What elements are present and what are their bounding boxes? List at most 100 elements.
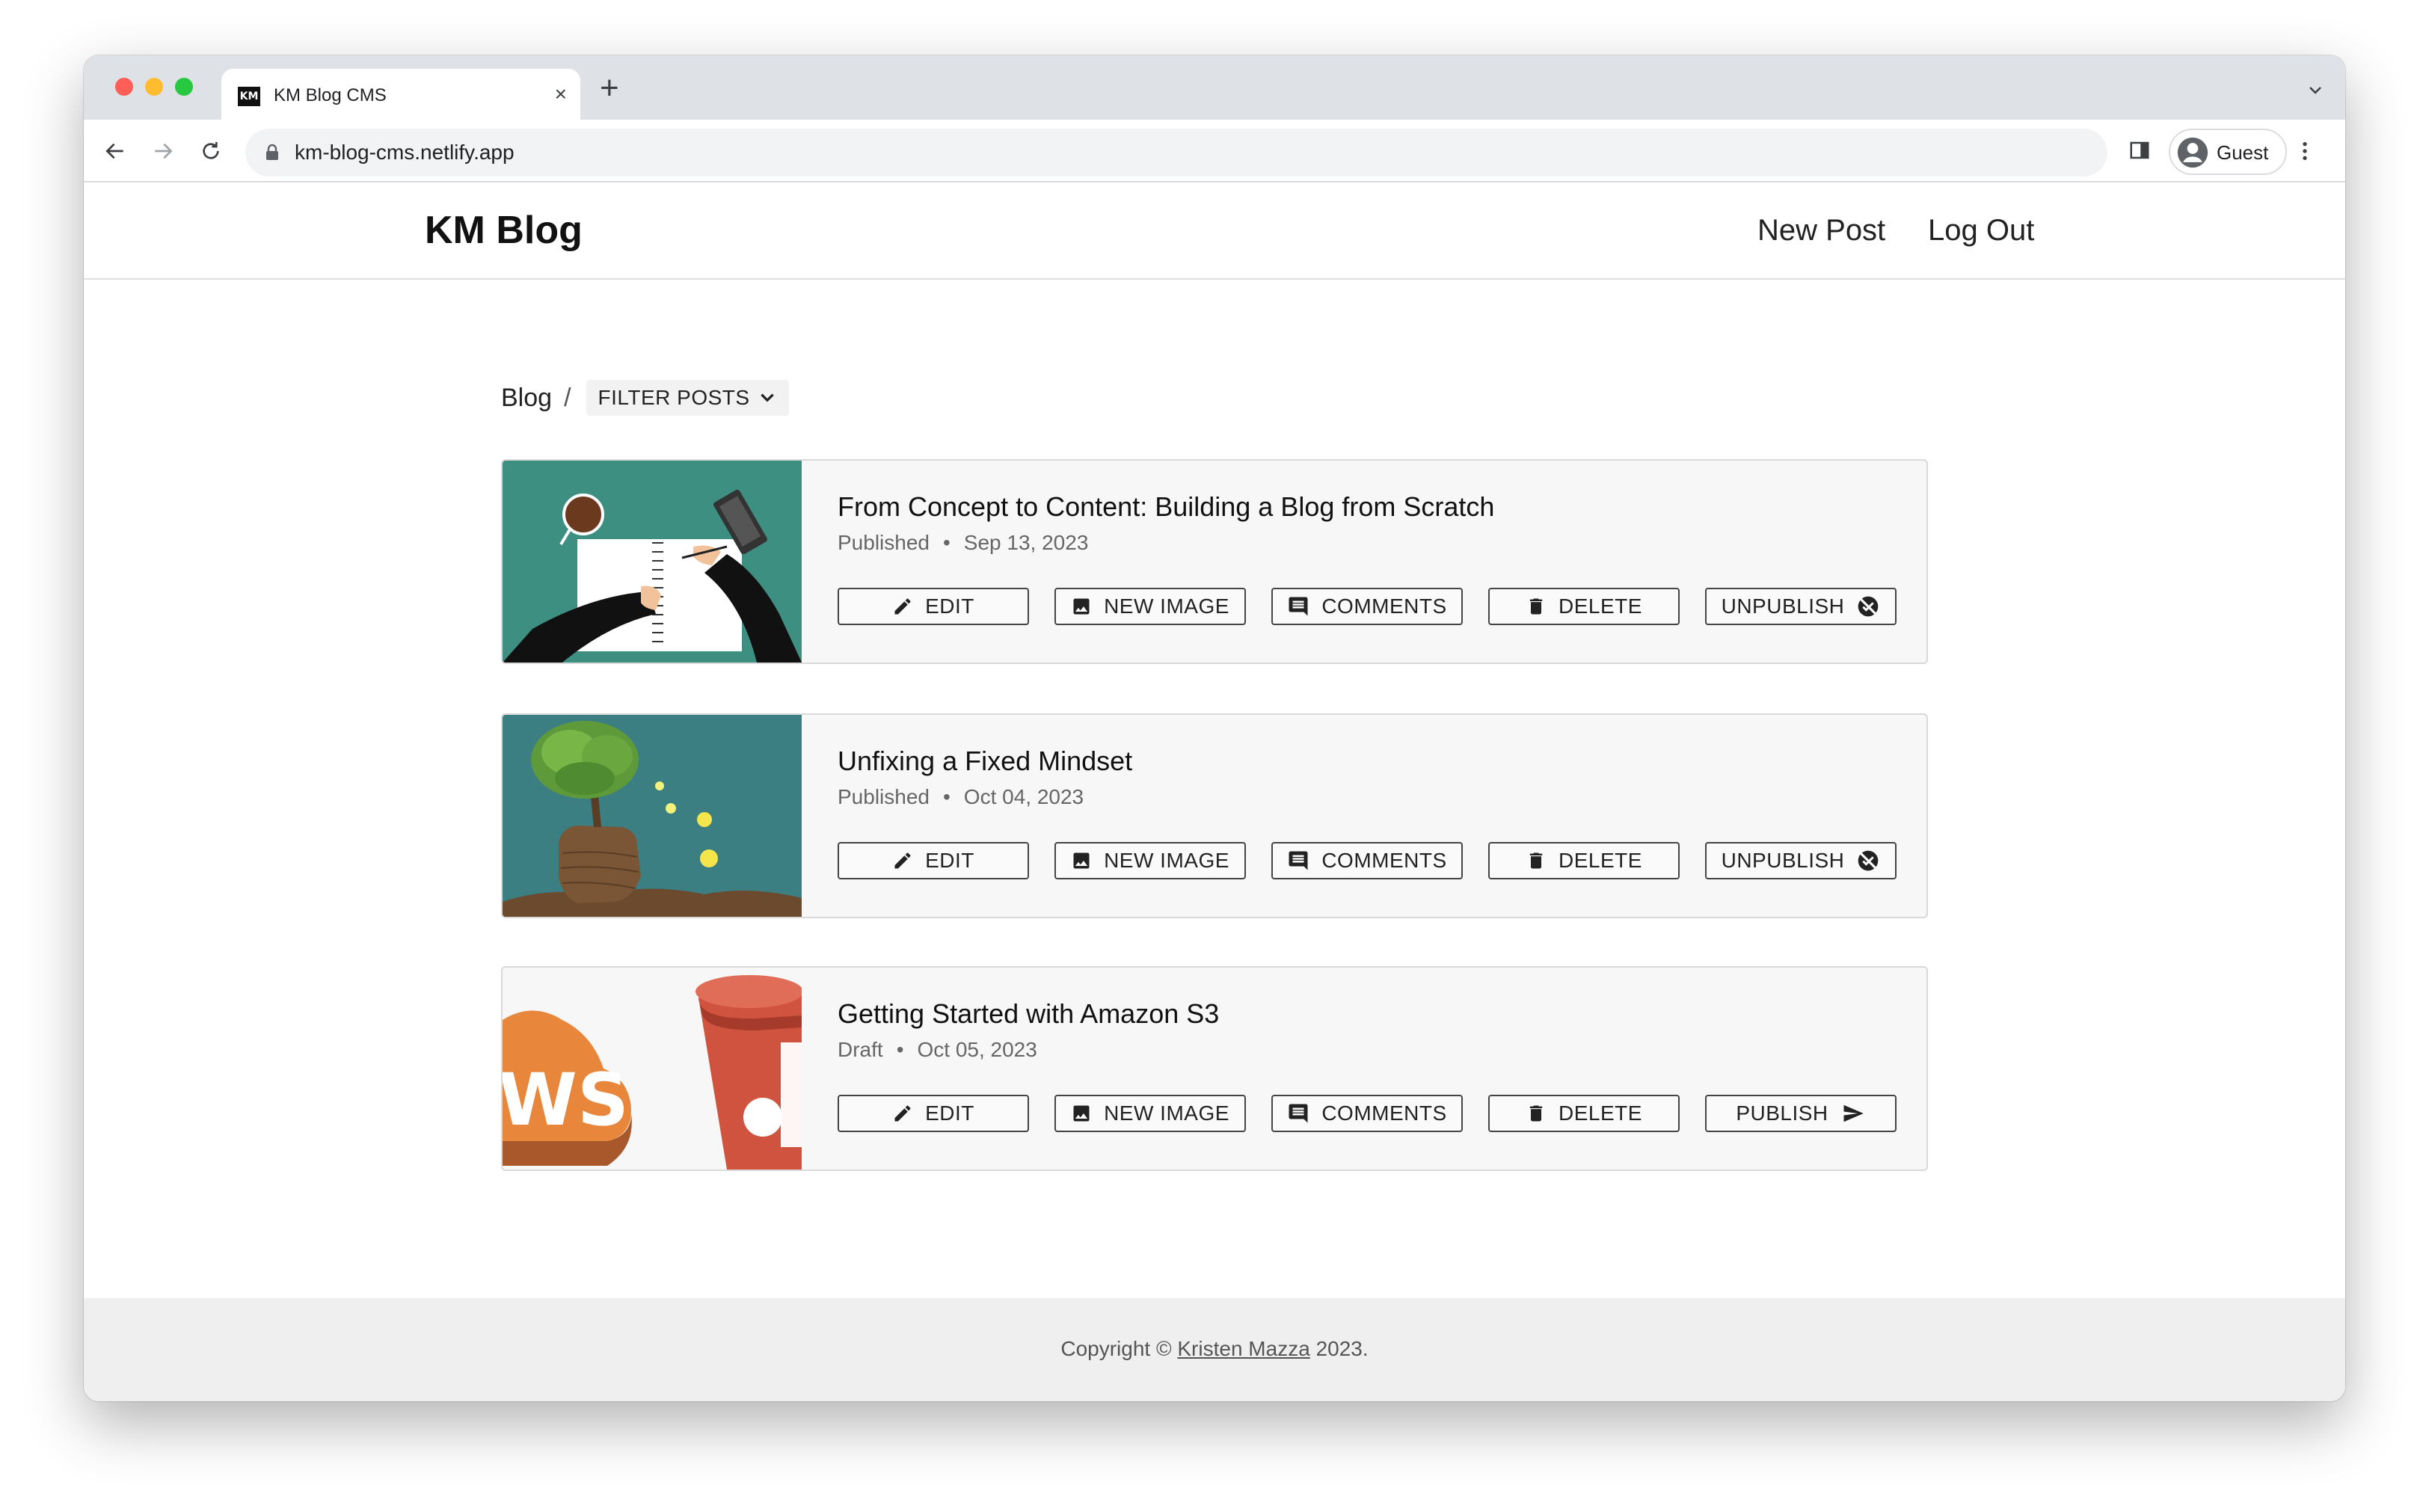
post-meta: Published • Oct 04, 2023 bbox=[838, 784, 1084, 811]
post-card: From Concept to Content: Building a Blog… bbox=[501, 459, 1928, 664]
unpublish-label: UNPUBLISH bbox=[1721, 594, 1845, 618]
author-link[interactable]: Kristen Mazza bbox=[1177, 1337, 1309, 1360]
edit-label: EDIT bbox=[925, 594, 974, 618]
send-icon bbox=[1843, 1104, 1864, 1122]
site-brand[interactable]: KM Blog bbox=[425, 208, 583, 253]
comment-icon bbox=[1289, 851, 1308, 870]
copyright-prefix: Copyright © bbox=[1060, 1337, 1172, 1360]
unpublished-icon bbox=[1858, 596, 1879, 617]
image-icon bbox=[1073, 598, 1090, 615]
browser-tab[interactable]: KM KM Blog CMS × bbox=[221, 69, 580, 120]
back-arrow-icon[interactable] bbox=[99, 135, 132, 168]
comments-button[interactable]: COMMENTS bbox=[1271, 588, 1463, 625]
side-panel-icon[interactable] bbox=[2128, 139, 2151, 165]
meta-separator: • bbox=[896, 1038, 904, 1061]
new-image-button[interactable]: NEW IMAGE bbox=[1054, 842, 1246, 879]
post-card: WS Getting Started with Amazon S3 Draft … bbox=[501, 966, 1928, 1171]
comments-label: COMMENTS bbox=[1321, 1101, 1447, 1125]
unpublish-button[interactable]: UNPUBLISH bbox=[1705, 588, 1897, 625]
post-thumbnail[interactable]: WS bbox=[503, 968, 802, 1170]
browser-toolbar: km-blog-cms.netlify.app Guest bbox=[84, 120, 2345, 182]
image-icon bbox=[1073, 852, 1090, 869]
unpublished-icon bbox=[1858, 850, 1879, 871]
filter-posts-button[interactable]: FILTER POSTS bbox=[586, 380, 789, 416]
meta-separator: • bbox=[942, 531, 951, 554]
maximize-window-button[interactable] bbox=[175, 78, 193, 96]
post-date: Oct 05, 2023 bbox=[917, 1038, 1037, 1061]
delete-button[interactable]: DELETE bbox=[1488, 1095, 1680, 1132]
new-post-link[interactable]: New Post bbox=[1757, 211, 1885, 250]
new-image-label: NEW IMAGE bbox=[1104, 849, 1229, 872]
post-title[interactable]: From Concept to Content: Building a Blog… bbox=[838, 491, 1494, 523]
post-actions: EDIT NEW IMAGE COMMENTS DELETE PUBLISH bbox=[838, 1095, 1897, 1132]
site-header: KM Blog New Post Log Out bbox=[84, 182, 2345, 280]
publish-label: PUBLISH bbox=[1736, 1101, 1828, 1125]
new-image-label: NEW IMAGE bbox=[1104, 594, 1229, 618]
pencil-icon bbox=[894, 852, 911, 869]
image-icon bbox=[1073, 1105, 1090, 1122]
comment-icon bbox=[1289, 597, 1308, 616]
new-image-button[interactable]: NEW IMAGE bbox=[1054, 588, 1246, 625]
trash-icon bbox=[1529, 1105, 1543, 1122]
site-footer: Copyright © Kristen Mazza 2023. bbox=[84, 1298, 2345, 1401]
post-title[interactable]: Getting Started with Amazon S3 bbox=[838, 998, 1219, 1030]
delete-label: DELETE bbox=[1559, 1101, 1642, 1125]
avatar-icon bbox=[2176, 136, 2209, 173]
post-meta: Draft • Oct 05, 2023 bbox=[838, 1036, 1037, 1063]
post-meta: Published • Sep 13, 2023 bbox=[838, 529, 1088, 556]
tab-strip: KM KM Blog CMS × + bbox=[84, 55, 2345, 120]
minimize-window-button[interactable] bbox=[145, 78, 163, 96]
post-date: Oct 04, 2023 bbox=[963, 785, 1084, 808]
tab-search-chevron-icon[interactable] bbox=[2306, 81, 2324, 102]
edit-label: EDIT bbox=[925, 849, 974, 872]
post-date: Sep 13, 2023 bbox=[963, 531, 1089, 554]
post-title[interactable]: Unfixing a Fixed Mindset bbox=[838, 745, 1132, 778]
edit-button[interactable]: EDIT bbox=[838, 588, 1029, 625]
breadcrumb-blog[interactable]: Blog bbox=[501, 384, 552, 413]
tab-close-icon[interactable]: × bbox=[555, 82, 567, 106]
breadcrumb: Blog / FILTER POSTS bbox=[501, 378, 789, 417]
edit-button[interactable]: EDIT bbox=[838, 842, 1029, 879]
publish-button[interactable]: PUBLISH bbox=[1705, 1095, 1897, 1132]
trash-icon bbox=[1529, 598, 1543, 615]
svg-text:WS: WS bbox=[503, 1058, 629, 1142]
pencil-icon bbox=[894, 598, 911, 615]
new-tab-button[interactable]: + bbox=[600, 72, 619, 105]
new-image-label: NEW IMAGE bbox=[1104, 1101, 1229, 1125]
copyright-text: Copyright © Kristen Mazza 2023. bbox=[84, 1336, 2345, 1362]
edit-label: EDIT bbox=[925, 1101, 974, 1125]
post-actions: EDIT NEW IMAGE COMMENTS DELETE UNPUBLISH bbox=[838, 842, 1897, 879]
post-thumbnail[interactable] bbox=[503, 461, 802, 663]
lock-icon[interactable] bbox=[265, 144, 280, 165]
post-status: Published bbox=[838, 531, 930, 554]
post-card: Unfixing a Fixed Mindset Published • Oct… bbox=[501, 713, 1928, 918]
pencil-icon bbox=[894, 1105, 911, 1122]
comments-button[interactable]: COMMENTS bbox=[1271, 1095, 1463, 1132]
forward-arrow-icon[interactable] bbox=[147, 135, 179, 168]
favicon-icon: KM bbox=[238, 87, 260, 106]
delete-button[interactable]: DELETE bbox=[1488, 842, 1680, 879]
post-thumbnail[interactable] bbox=[503, 715, 802, 917]
edit-button[interactable]: EDIT bbox=[838, 1095, 1029, 1132]
comment-icon bbox=[1289, 1104, 1308, 1123]
trash-icon bbox=[1529, 852, 1543, 869]
address-bar[interactable]: km-blog-cms.netlify.app bbox=[245, 129, 2107, 176]
unpublish-button[interactable]: UNPUBLISH bbox=[1705, 842, 1897, 879]
more-menu-icon[interactable] bbox=[2300, 139, 2309, 167]
delete-label: DELETE bbox=[1559, 849, 1642, 872]
filter-posts-label: FILTER POSTS bbox=[598, 386, 750, 409]
post-status: Published bbox=[838, 785, 930, 808]
delete-button[interactable]: DELETE bbox=[1488, 588, 1680, 625]
close-window-button[interactable] bbox=[115, 78, 133, 96]
chevron-down-icon bbox=[760, 393, 774, 402]
profile-button[interactable]: Guest bbox=[2169, 129, 2287, 175]
comments-button[interactable]: COMMENTS bbox=[1271, 842, 1463, 879]
browser-window: KM KM Blog CMS × + km-blog-cms.netlify.a… bbox=[84, 55, 2345, 1401]
reload-icon[interactable] bbox=[194, 135, 227, 168]
url-text: km-blog-cms.netlify.app bbox=[295, 141, 515, 164]
new-image-button[interactable]: NEW IMAGE bbox=[1054, 1095, 1246, 1132]
delete-label: DELETE bbox=[1559, 594, 1642, 618]
log-out-link[interactable]: Log Out bbox=[1928, 211, 2034, 250]
unpublish-label: UNPUBLISH bbox=[1721, 849, 1845, 872]
comments-label: COMMENTS bbox=[1321, 594, 1447, 618]
